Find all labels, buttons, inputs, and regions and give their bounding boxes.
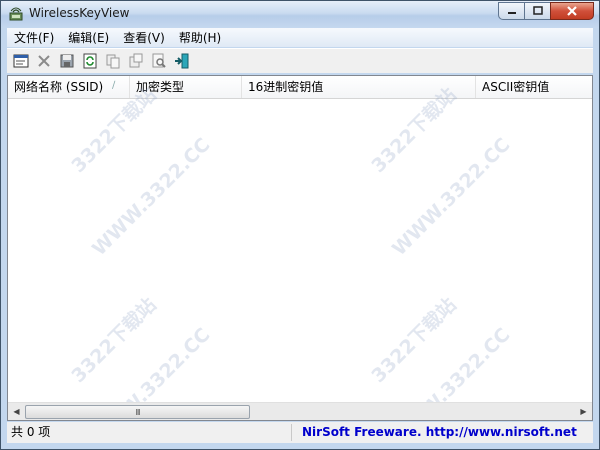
window-title: WirelessKeyView <box>29 6 130 20</box>
copy-button[interactable] <box>103 51 123 71</box>
maximize-button[interactable] <box>524 2 550 20</box>
copy-icon <box>106 54 120 69</box>
close-icon <box>567 6 577 16</box>
horizontal-scrollbar[interactable]: ◀ III ▶ <box>8 402 592 420</box>
scroll-left-button[interactable]: ◀ <box>8 403 25 420</box>
grip-icon: III <box>135 407 140 417</box>
column-header-ascii-key[interactable]: ASCII密钥值 <box>476 76 592 98</box>
column-label: 加密类型 <box>136 80 185 94</box>
list-header: 网络名称 (SSID) ∕ 加密类型 16进制密钥值 ASCII密钥值 <box>8 76 592 99</box>
minimize-icon <box>507 12 516 14</box>
menu-file[interactable]: 文件(F) <box>7 29 61 46</box>
scroll-right-button[interactable]: ▶ <box>575 403 592 420</box>
caption-buttons <box>498 2 594 21</box>
properties-button[interactable] <box>11 51 31 71</box>
column-label: 16进制密钥值 <box>248 80 324 94</box>
delete-icon <box>38 55 50 67</box>
arrow-left-icon: ◀ <box>13 407 20 416</box>
find-icon <box>152 53 166 68</box>
network-list[interactable]: 网络名称 (SSID) ∕ 加密类型 16进制密钥值 ASCII密钥值 3322… <box>7 75 593 421</box>
watermark-text: WWW.3322.CC <box>388 133 515 261</box>
close-button[interactable] <box>550 2 594 20</box>
refresh-icon <box>83 53 97 69</box>
minimize-button[interactable] <box>498 2 524 20</box>
delete-button[interactable] <box>34 51 54 71</box>
title-bar[interactable]: WirelessKeyView <box>1 1 599 28</box>
status-bar: 共 0 项 NirSoft Freeware. http://www.nirso… <box>7 422 593 443</box>
exit-button[interactable] <box>172 51 192 71</box>
app-window: WirelessKeyView 文件(F) 编辑(E) 查看(V) 帮助(H) <box>0 0 600 450</box>
save-icon <box>60 54 74 68</box>
watermark-text: 3322下载站 <box>367 293 461 388</box>
properties-icon <box>13 54 29 68</box>
menu-help[interactable]: 帮助(H) <box>172 29 228 46</box>
menu-view[interactable]: 查看(V) <box>116 29 172 46</box>
copy-key-icon <box>129 53 143 68</box>
sort-arrow-icon: ∕ <box>112 80 116 91</box>
save-button[interactable] <box>57 51 77 71</box>
column-label: ASCII密钥值 <box>482 80 550 94</box>
column-label: 网络名称 (SSID) <box>14 80 104 94</box>
menu-edit[interactable]: 编辑(E) <box>61 29 116 46</box>
wifi-app-icon <box>9 7 23 21</box>
scrollbar-thumb[interactable]: III <box>25 405 250 419</box>
maximize-icon <box>532 6 543 15</box>
copy-key-button[interactable] <box>126 51 146 71</box>
exit-icon <box>175 53 189 69</box>
watermark-text: 3322下载站 <box>67 293 161 388</box>
arrow-right-icon: ▶ <box>580 407 587 416</box>
toolbar <box>7 48 593 73</box>
refresh-button[interactable] <box>80 51 100 71</box>
column-header-hex-key[interactable]: 16进制密钥值 <box>242 76 476 98</box>
watermark-text: WWW.3322.CC <box>88 133 215 261</box>
nirsoft-link[interactable]: NirSoft Freeware. http://www.nirsoft.net <box>292 424 593 441</box>
item-count: 共 0 项 <box>7 424 292 441</box>
column-header-encryption[interactable]: 加密类型 <box>130 76 242 98</box>
menu-bar: 文件(F) 编辑(E) 查看(V) 帮助(H) <box>7 28 593 47</box>
find-button[interactable] <box>149 51 169 71</box>
